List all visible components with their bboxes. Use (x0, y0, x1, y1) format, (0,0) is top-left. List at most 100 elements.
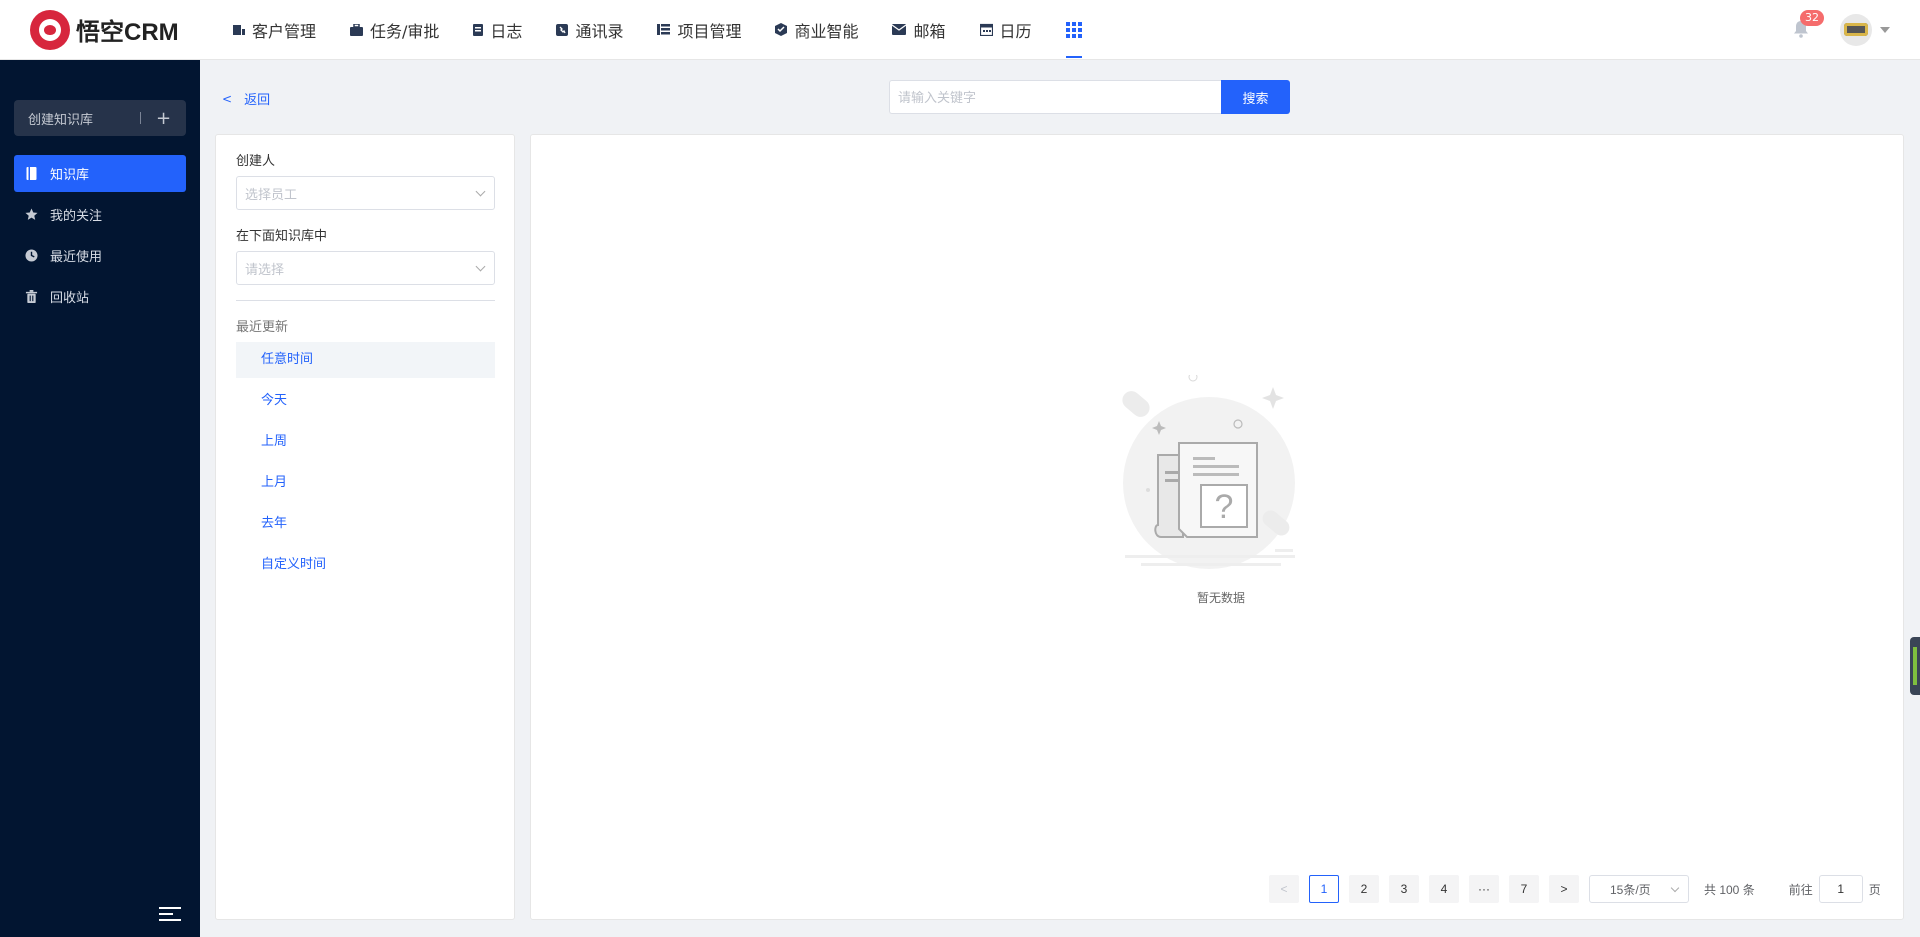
sidebar-item-label: 最近使用 (50, 250, 103, 265)
time-option-last-week[interactable]: 上周 (236, 424, 495, 460)
creator-label: 创建人 (236, 154, 276, 169)
page-button[interactable]: 1 (1309, 875, 1339, 903)
kb-label: 在下面知识库中 (236, 229, 328, 244)
nav-item-label: 日历 (999, 21, 1032, 41)
top-right-actions: 32 (1792, 0, 1890, 60)
goto-prefix: 前往 (1788, 882, 1813, 897)
sidebar-item-recent[interactable]: 最近使用 (14, 237, 186, 274)
page-size-select[interactable]: 15条/页 (1589, 875, 1689, 903)
nav-item-label: 日志 (490, 21, 523, 41)
sidebar-item-label: 回收站 (50, 291, 90, 306)
chevron-down-icon (475, 186, 486, 197)
total-count: 共 100 条 (1704, 882, 1755, 897)
create-kb-label: 创建知识库 (28, 112, 94, 128)
chevron-down-icon (475, 261, 486, 272)
contacts-icon (556, 23, 569, 36)
kb-placeholder: 请选择 (245, 262, 285, 278)
mail-icon (892, 24, 907, 35)
time-option-last-month[interactable]: 上月 (236, 465, 495, 501)
log-icon (473, 23, 484, 36)
time-option-last-year[interactable]: 去年 (236, 506, 495, 542)
nav-item-log[interactable]: 日志 (456, 0, 539, 60)
sidebar: 创建知识库 + 知识库 我的关注 最近使用 回收站 (0, 60, 200, 937)
prev-page-button[interactable]: < (1269, 875, 1299, 903)
chevron-down-icon (1670, 883, 1680, 893)
time-option-today[interactable]: 今天 (236, 383, 495, 419)
recent-update-label: 最近更新 (236, 320, 289, 335)
search-button[interactable]: 搜索 (1221, 80, 1290, 114)
customer-icon (233, 24, 245, 35)
nav-item-contacts[interactable]: 通讯录 (539, 0, 640, 60)
nav-menu: 客户管理 任务/审批 日志 通讯录 项目管理 商业智能 邮箱 日历 (216, 0, 1099, 60)
briefcase-icon (350, 23, 364, 36)
content-panel: ? 暂无数据 < 1 2 3 4 ··· 7 > 15条/页 共 100 条 前… (530, 134, 1904, 920)
nav-item-label: 项目管理 (677, 21, 742, 41)
sidebar-menu: 知识库 我的关注 最近使用 回收站 (14, 155, 186, 319)
svg-text:?: ? (1215, 488, 1234, 526)
logo-text: 悟空CRM (76, 19, 179, 46)
calendar-icon (979, 23, 993, 36)
sidebar-item-favorites[interactable]: 我的关注 (14, 196, 186, 233)
sidebar-item-label: 我的关注 (50, 209, 103, 224)
search-bar: 搜索 (889, 80, 1290, 114)
goto-page-input[interactable] (1818, 875, 1863, 903)
next-page-button[interactable]: > (1549, 875, 1579, 903)
collapse-sidebar-icon[interactable] (159, 907, 181, 923)
project-icon (657, 24, 671, 35)
nav-item-label: 任务/审批 (370, 21, 440, 41)
nav-item-calendar[interactable]: 日历 (963, 0, 1049, 60)
sidebar-item-trash[interactable]: 回收站 (14, 278, 186, 315)
star-icon (25, 208, 38, 220)
page-button[interactable]: 3 (1389, 875, 1419, 903)
empty-illustration-icon: ? (1122, 372, 1295, 569)
divider (236, 300, 495, 301)
back-link[interactable]: < 返回 (222, 89, 271, 109)
app-logo[interactable]: 悟空CRM (30, 9, 210, 50)
nav-item-bi[interactable]: 商业智能 (758, 0, 875, 60)
time-option-any[interactable]: 任意时间 (236, 342, 495, 378)
nav-item-mail[interactable]: 邮箱 (875, 0, 962, 60)
apps-grid-icon (1065, 21, 1082, 38)
monkey-logo-icon (30, 9, 70, 50)
side-floating-tab[interactable] (1910, 637, 1920, 695)
clock-icon (25, 249, 38, 262)
goto-page: 前往 页 (1789, 875, 1881, 903)
nav-item-label: 商业智能 (794, 21, 859, 41)
plus-icon[interactable]: + (141, 108, 186, 129)
notification-bell[interactable]: 32 (1792, 10, 1824, 40)
search-input[interactable] (889, 80, 1221, 114)
page-ellipsis[interactable]: ··· (1469, 875, 1499, 903)
sidebar-item-label: 知识库 (50, 168, 90, 183)
creator-placeholder: 选择员工 (245, 187, 298, 203)
notification-badge: 32 (1800, 10, 1824, 26)
nav-item-apps[interactable] (1049, 0, 1099, 60)
back-label: 返回 (244, 93, 271, 108)
create-knowledge-base-button[interactable]: 创建知识库 + (14, 100, 186, 136)
pagination: < 1 2 3 4 ··· 7 > 15条/页 共 100 条 前往 页 (1269, 875, 1881, 903)
page-button[interactable]: 4 (1429, 875, 1459, 903)
avatar[interactable] (1840, 14, 1872, 46)
nav-item-project[interactable]: 项目管理 (640, 0, 758, 60)
kb-select[interactable]: 请选择 (236, 251, 495, 285)
chevron-left-icon: < (222, 91, 233, 106)
top-nav: 悟空CRM 客户管理 任务/审批 日志 通讯录 项目管理 商业智能 邮箱 日历 … (0, 0, 1920, 60)
filter-panel: 创建人 选择员工 在下面知识库中 请选择 最近更新 任意时间 今天 上周 上月 … (215, 134, 515, 920)
chevron-down-icon[interactable] (1880, 27, 1890, 33)
page-size-value: 15条/页 (1610, 882, 1651, 897)
nav-item-task[interactable]: 任务/审批 (333, 0, 456, 60)
trash-icon (25, 290, 38, 303)
time-option-custom[interactable]: 自定义时间 (236, 547, 495, 583)
book-icon (26, 167, 37, 180)
nav-item-customer[interactable]: 客户管理 (216, 0, 333, 60)
nav-item-label: 邮箱 (913, 21, 946, 41)
goto-suffix: 页 (1868, 882, 1881, 897)
creator-select[interactable]: 选择员工 (236, 176, 495, 210)
page-button[interactable]: 2 (1349, 875, 1379, 903)
empty-state: ? 暂无数据 (1121, 372, 1321, 605)
nav-item-label: 通讯录 (575, 21, 624, 41)
page-button[interactable]: 7 (1509, 875, 1539, 903)
sidebar-item-knowledge-base[interactable]: 知识库 (14, 155, 186, 192)
bi-icon (775, 23, 788, 36)
nav-item-label: 客户管理 (252, 21, 317, 41)
time-filter-list: 任意时间 今天 上周 上月 去年 自定义时间 (236, 342, 495, 588)
